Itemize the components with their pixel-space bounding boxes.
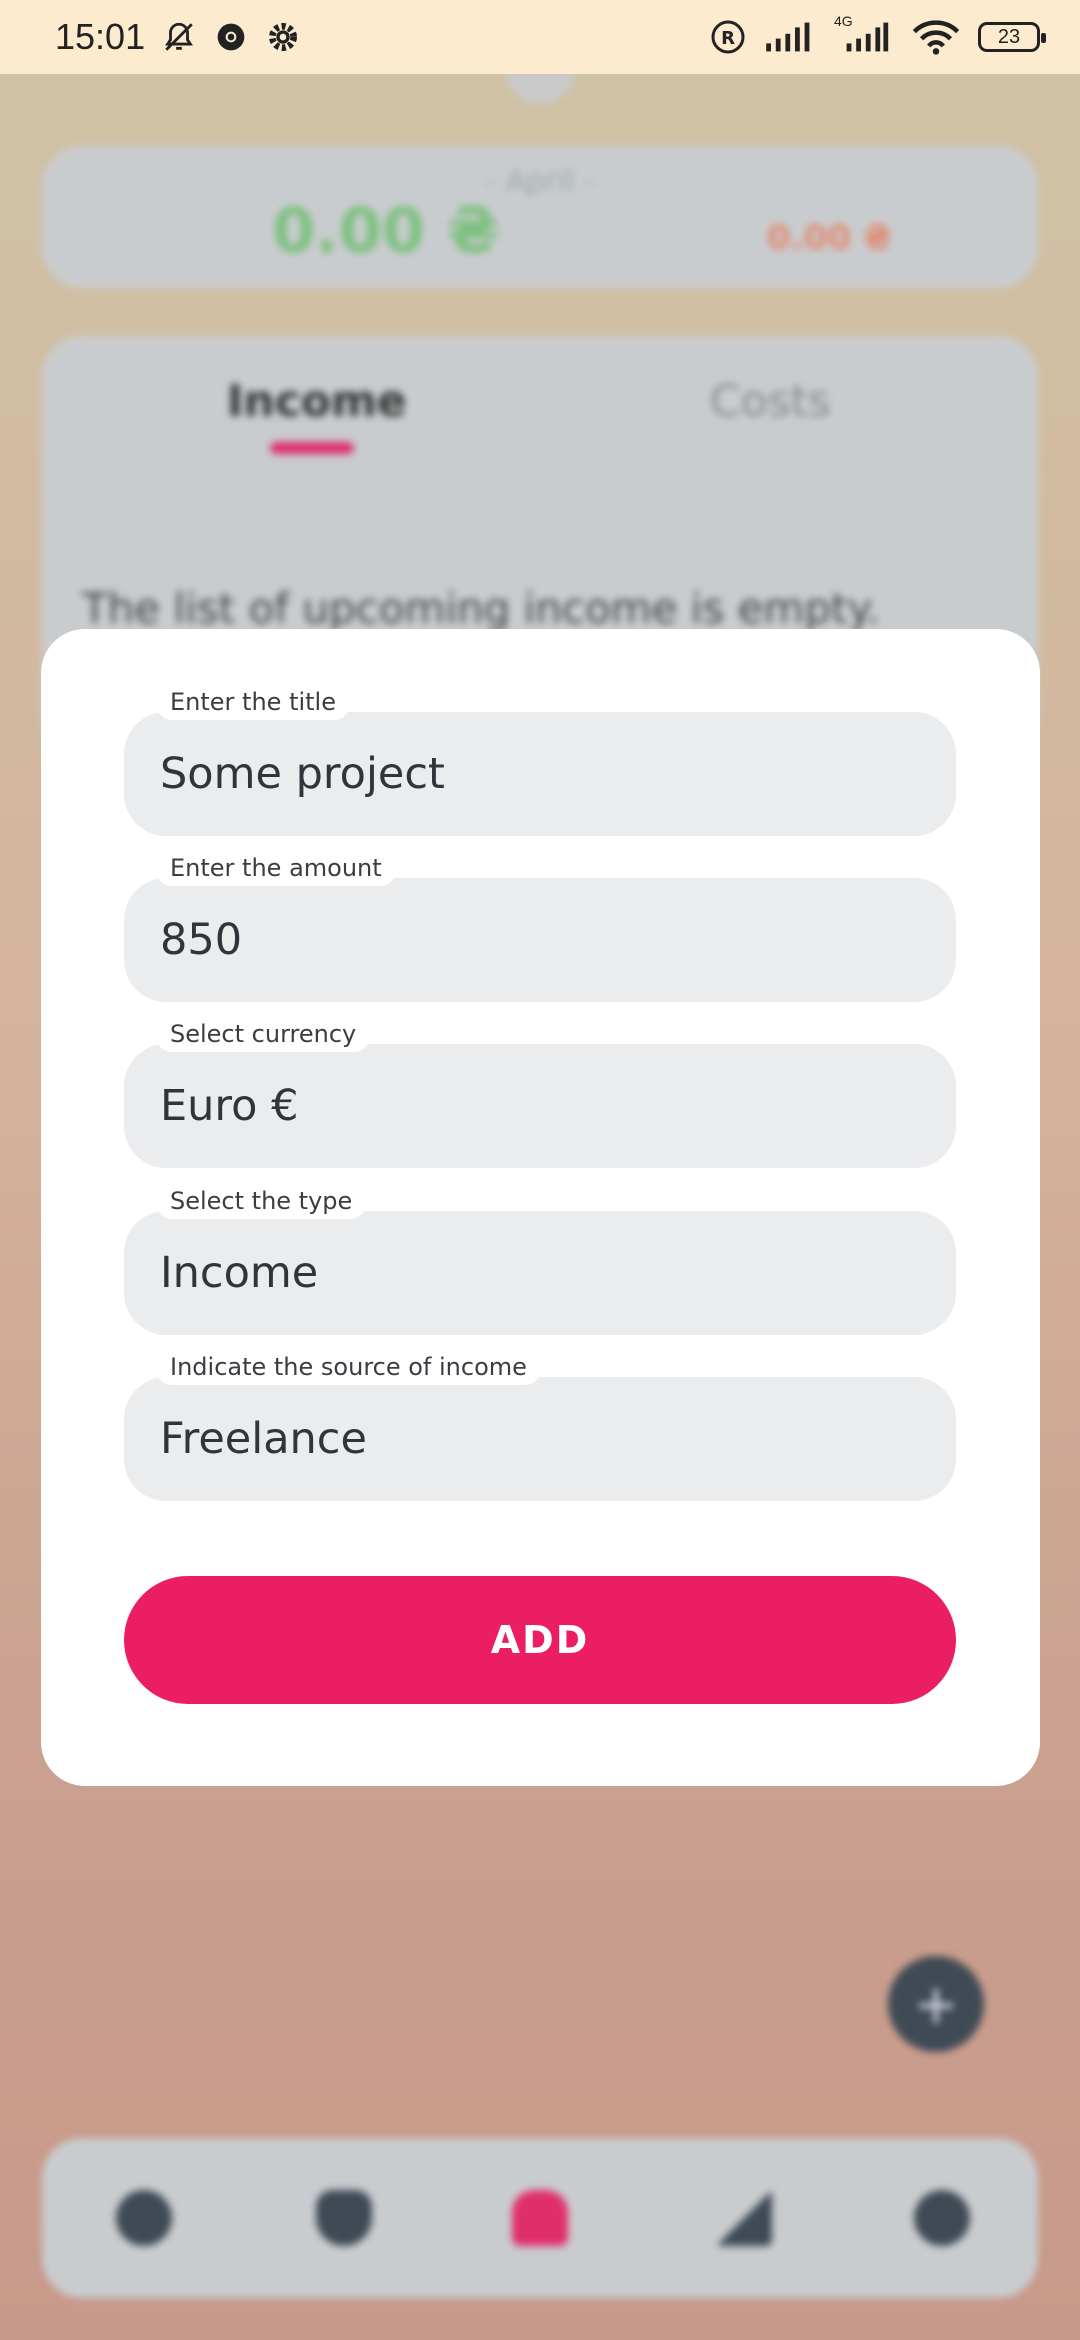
registered-icon: R bbox=[710, 19, 746, 55]
amount-field[interactable]: Enter the amount 850 bbox=[124, 852, 956, 1002]
wifi-icon bbox=[910, 19, 962, 55]
month-summary-card: - April - 0.00 ₴ 0.00 ₴ bbox=[42, 146, 1038, 288]
title-field[interactable]: Enter the title Some project bbox=[124, 686, 956, 836]
chrome-icon bbox=[213, 19, 249, 55]
tab-income: Income bbox=[227, 376, 407, 427]
source-field-value[interactable]: Freelance bbox=[160, 1377, 367, 1501]
costs-total: 0.00 ₴ bbox=[767, 218, 892, 258]
source-select[interactable]: Indicate the source of income Freelance bbox=[124, 1351, 956, 1501]
currency-field-label: Select currency bbox=[156, 1018, 371, 1052]
heart-icon bbox=[316, 2190, 372, 2246]
stats-icon bbox=[716, 2190, 772, 2246]
signal-icon bbox=[762, 19, 812, 55]
svg-text:R: R bbox=[721, 28, 735, 49]
amount-field-value[interactable]: 850 bbox=[160, 878, 242, 1002]
battery-level: 23 bbox=[997, 25, 1021, 48]
amount-input[interactable] bbox=[124, 878, 956, 1002]
add-button[interactable]: ADD bbox=[124, 1576, 956, 1704]
signal-4g-icon: 4G bbox=[828, 13, 894, 55]
empty-list-message: The list of upcoming income is empty. bbox=[82, 584, 880, 633]
settings-icon bbox=[265, 19, 301, 55]
settings-icon bbox=[914, 2190, 970, 2246]
title-field-label: Enter the title bbox=[156, 686, 350, 720]
status-bar: 15:01 R 4G 23 bbox=[0, 0, 1080, 74]
title-field-value[interactable]: Some project bbox=[160, 712, 445, 836]
type-field-value[interactable]: Income bbox=[160, 1211, 318, 1335]
muted-bell-icon bbox=[161, 19, 197, 55]
source-field-label: Indicate the source of income bbox=[156, 1351, 541, 1385]
currency-select[interactable]: Select currency Euro € bbox=[124, 1018, 956, 1168]
tab-indicator bbox=[270, 442, 354, 454]
type-select[interactable]: Select the type Income bbox=[124, 1185, 956, 1335]
add-fab-button: + bbox=[888, 1956, 984, 2052]
add-transaction-modal: Enter the title Some project Enter the a… bbox=[41, 629, 1040, 1786]
amount-field-label: Enter the amount bbox=[156, 852, 396, 886]
currency-field-value[interactable]: Euro € bbox=[160, 1044, 299, 1168]
income-total: 0.00 ₴ bbox=[272, 194, 500, 267]
tab-costs: Costs bbox=[710, 376, 831, 427]
status-time: 15:01 bbox=[55, 16, 146, 57]
type-field-label: Select the type bbox=[156, 1185, 367, 1219]
month-label: - April - bbox=[485, 164, 595, 199]
plus-icon: + bbox=[913, 1972, 959, 2036]
home-icon bbox=[512, 2190, 568, 2246]
wallet-icon bbox=[116, 2190, 172, 2246]
battery-icon: 23 bbox=[978, 22, 1046, 52]
bottom-nav bbox=[42, 2138, 1038, 2298]
network-type: 4G bbox=[834, 13, 853, 29]
